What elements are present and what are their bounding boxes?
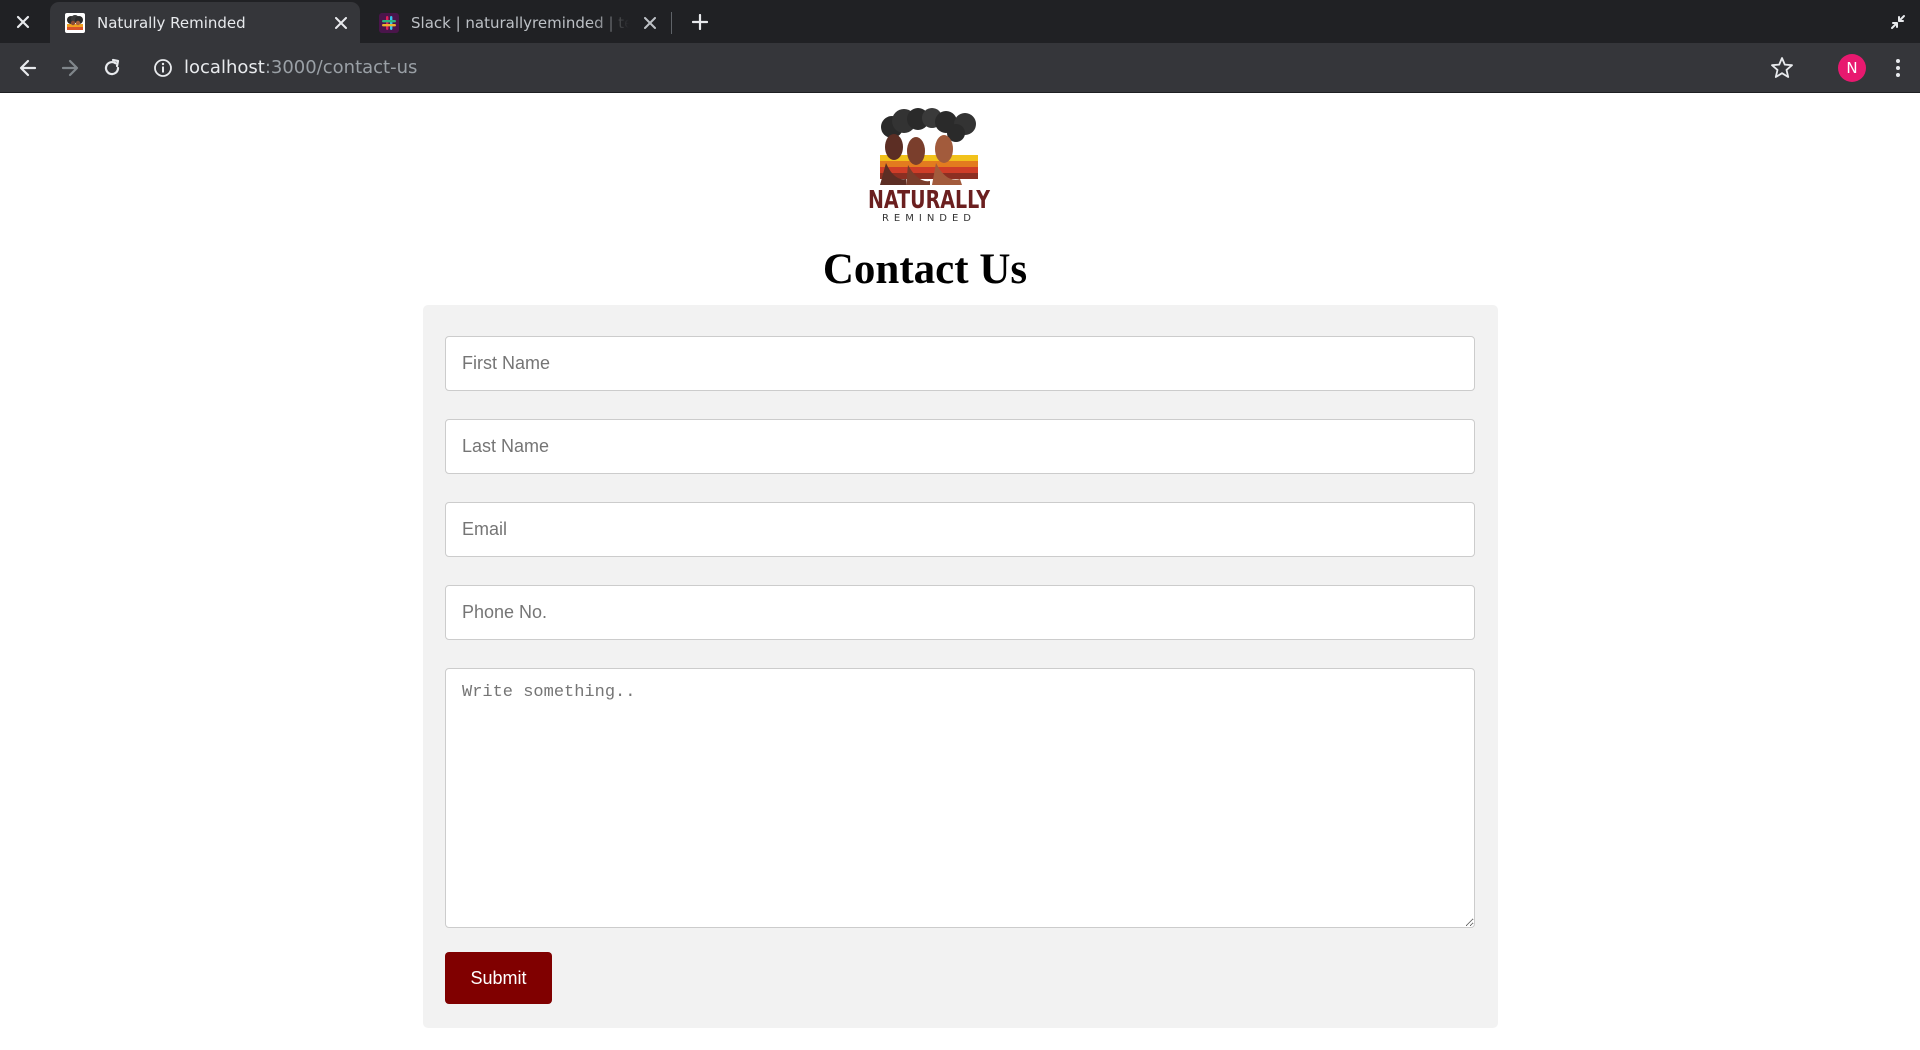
profile-avatar[interactable]: N — [1838, 54, 1866, 82]
tab-title: Slack | naturallyreminded | team — [411, 13, 629, 32]
tab-naturally-reminded[interactable]: Naturally Reminded — [50, 2, 360, 43]
message-textarea[interactable] — [445, 668, 1475, 928]
page-content: NATURALLY REMINDED Contact Us Submit — [0, 94, 1920, 1050]
submit-button[interactable]: Submit — [445, 952, 552, 1004]
close-window-icon[interactable] — [12, 11, 34, 33]
close-tab-icon[interactable] — [639, 12, 661, 34]
naturally-reminded-logo[interactable]: NATURALLY REMINDED — [866, 107, 992, 225]
forward-icon[interactable] — [57, 55, 83, 81]
slack-favicon-icon — [379, 12, 399, 33]
browser-toolbar: localhost:3000/contact-us N — [0, 43, 1920, 93]
page-title: Contact Us — [822, 246, 1028, 293]
restore-window-icon[interactable] — [1888, 12, 1908, 32]
site-info-icon[interactable] — [152, 57, 174, 79]
first-name-input[interactable] — [445, 336, 1475, 391]
contact-form: Submit — [423, 305, 1498, 1028]
new-tab-icon[interactable] — [688, 10, 712, 34]
bookmark-star-icon[interactable] — [1769, 55, 1795, 81]
last-name-input[interactable] — [445, 419, 1475, 474]
more-menu-icon[interactable] — [1891, 55, 1905, 81]
address-bar[interactable]: localhost:3000/contact-us — [184, 56, 417, 80]
tab-slack[interactable]: Slack | naturallyreminded | team — [364, 2, 669, 43]
back-icon[interactable] — [15, 55, 41, 81]
phone-input[interactable] — [445, 585, 1475, 640]
logo-subword: REMINDED — [882, 213, 976, 224]
email-input[interactable] — [445, 502, 1475, 557]
naturally-reminded-favicon-icon — [65, 12, 85, 33]
tab-title: Naturally Reminded — [97, 13, 246, 32]
reload-icon[interactable] — [99, 55, 125, 81]
url-host: localhost — [184, 57, 265, 78]
tab-strip: Naturally Reminded Slack | naturallyremi… — [0, 0, 1920, 43]
url-path: :3000/contact-us — [264, 57, 418, 78]
tab-separator — [671, 12, 672, 34]
close-tab-icon[interactable] — [330, 12, 352, 34]
logo-word: NATURALLY — [868, 185, 991, 214]
